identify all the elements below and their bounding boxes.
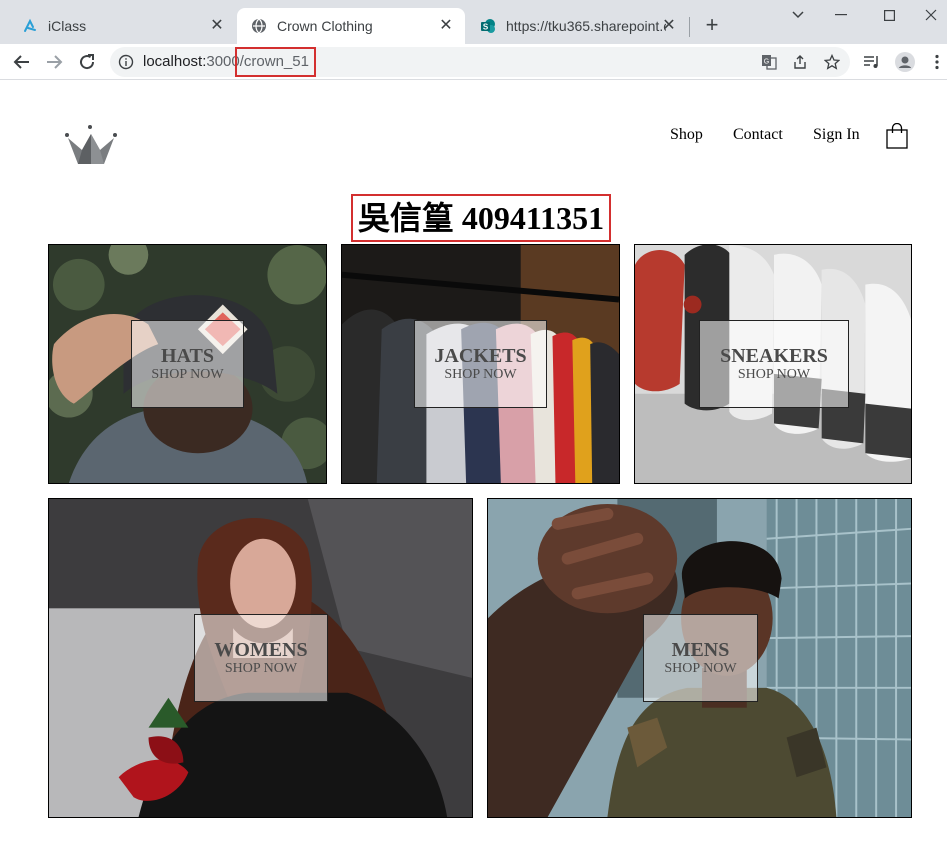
tab-label: Crown Clothing: [277, 18, 373, 34]
category-tile-womens[interactable]: WOMENS SHOP NOW: [48, 498, 473, 818]
browser-toolbar: localhost:3000/crown_51 G: [0, 44, 947, 80]
nav-contact-link[interactable]: Contact: [733, 126, 783, 144]
bookmark-star-icon[interactable]: [823, 53, 841, 71]
category-label-box[interactable]: WOMENS SHOP NOW: [194, 614, 328, 702]
profile-avatar-icon[interactable]: [895, 52, 915, 72]
tab-sharepoint[interactable]: S https://tku365.sharepoint.co ✕: [466, 8, 688, 44]
svg-text:S: S: [483, 23, 489, 32]
tab-crown-clothing[interactable]: Crown Clothing ✕: [237, 8, 465, 44]
shop-now-label: SHOP NOW: [664, 661, 737, 676]
sharepoint-icon: S: [480, 18, 496, 34]
reload-icon[interactable]: [73, 48, 101, 76]
url-host: localhost:: [143, 53, 207, 70]
tab-label: https://tku365.sharepoint.co: [506, 18, 666, 34]
tab-search-chevron-icon[interactable]: [782, 4, 814, 26]
share-icon[interactable]: [791, 53, 809, 71]
browser-tab-strip: iClass ✕ Crown Clothing ✕ S https://tku3…: [0, 0, 947, 44]
category-title: SNEAKERS: [720, 345, 828, 367]
category-label-box[interactable]: MENS SHOP NOW: [643, 614, 758, 702]
globe-icon: [251, 18, 267, 34]
close-icon[interactable]: ✕: [208, 17, 226, 35]
crown-logo-icon[interactable]: [64, 124, 118, 166]
shopping-bag-icon[interactable]: [886, 122, 908, 149]
close-icon[interactable]: ✕: [660, 17, 678, 35]
close-icon[interactable]: ✕: [437, 17, 455, 35]
shop-now-label: SHOP NOW: [737, 367, 811, 382]
info-icon[interactable]: [118, 54, 134, 70]
shop-now-label: SHOP NOW: [224, 661, 298, 676]
category-tile-jackets[interactable]: JACKETS SHOP NOW: [341, 244, 620, 484]
shop-now-label: SHOP NOW: [151, 367, 224, 382]
svg-text:G: G: [764, 59, 769, 66]
translate-icon[interactable]: G: [760, 53, 778, 71]
tab-label: iClass: [48, 18, 87, 34]
more-vertical-icon[interactable]: [927, 52, 947, 72]
close-window-icon[interactable]: [915, 4, 947, 26]
minimize-icon[interactable]: [825, 4, 857, 26]
category-tile-sneakers[interactable]: SNEAKERS SHOP NOW: [634, 244, 912, 484]
maximize-icon[interactable]: [873, 4, 905, 26]
category-title: JACKETS: [434, 345, 527, 367]
iclass-icon: [22, 18, 38, 34]
address-bar[interactable]: localhost:3000/crown_51 G: [110, 47, 850, 77]
category-label-box[interactable]: JACKETS SHOP NOW: [414, 320, 547, 408]
page-title: 吳信篁 409411351: [351, 194, 611, 242]
new-tab-button[interactable]: +: [700, 13, 724, 37]
category-tile-mens[interactable]: MENS SHOP NOW: [487, 498, 912, 818]
tab-divider: [689, 17, 690, 37]
forward-arrow-icon[interactable]: [40, 48, 68, 76]
tab-iclass[interactable]: iClass ✕: [8, 8, 236, 44]
back-arrow-icon[interactable]: [8, 48, 36, 76]
category-title: HATS: [161, 345, 214, 367]
nav-signin-link[interactable]: Sign In: [813, 126, 860, 144]
category-label-box[interactable]: SNEAKERS SHOP NOW: [699, 320, 849, 408]
category-label-box[interactable]: HATS SHOP NOW: [131, 320, 244, 408]
shop-now-label: SHOP NOW: [444, 367, 517, 382]
url-highlight-box: [235, 47, 316, 77]
nav-shop-link[interactable]: Shop: [670, 126, 703, 144]
category-title: MENS: [671, 639, 730, 661]
category-title: WOMENS: [214, 639, 308, 661]
media-queue-icon[interactable]: [862, 52, 882, 72]
category-tile-hats[interactable]: HATS SHOP NOW: [48, 244, 327, 484]
